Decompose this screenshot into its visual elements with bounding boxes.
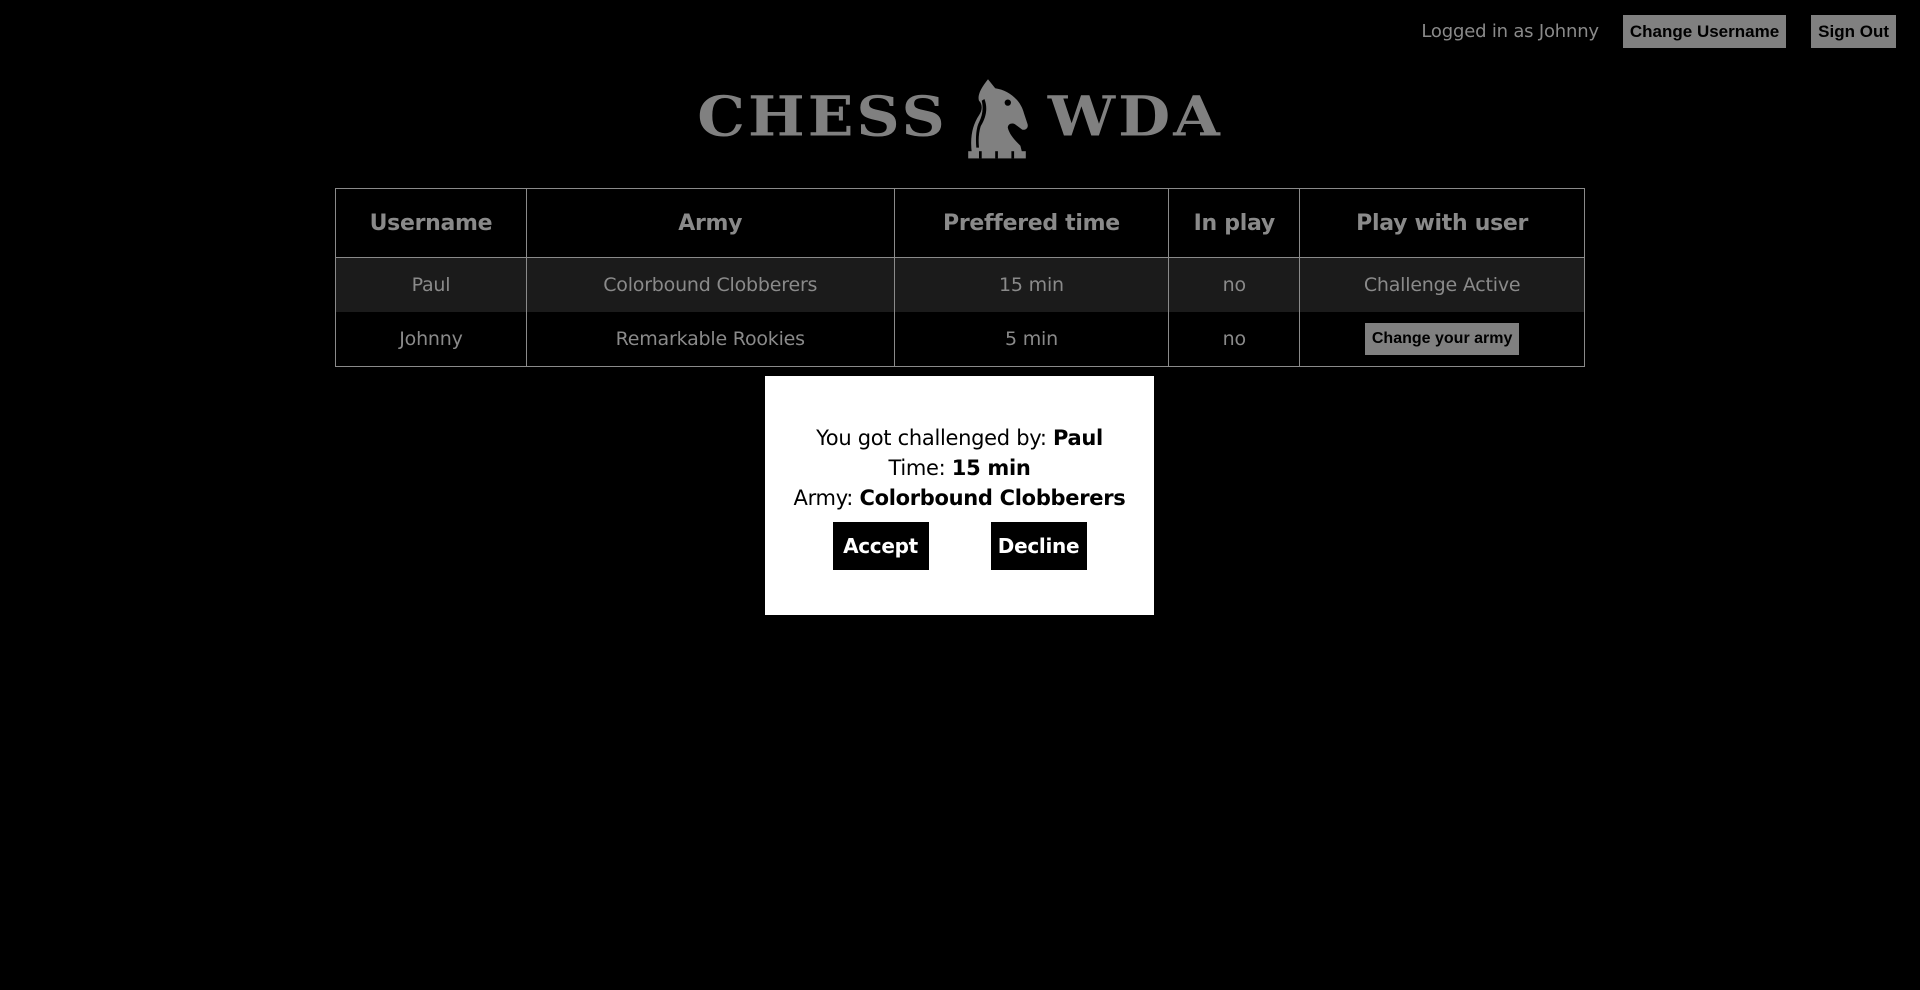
cell-in-play: no <box>1168 257 1301 312</box>
army-line: Army: Colorbound Clobberers <box>765 483 1154 513</box>
sign-out-button[interactable]: Sign Out <box>1811 15 1896 48</box>
challenger-name: Paul <box>1052 426 1103 450</box>
site-logo: CHESS WDA <box>0 72 1920 162</box>
cell-time: 15 min <box>893 257 1170 312</box>
army-label: Army: <box>793 486 860 510</box>
challenger-line: You got challenged by: Paul <box>765 423 1154 453</box>
cell-army: Colorbound Clobberers <box>525 257 895 312</box>
decline-button[interactable]: Decline <box>990 522 1087 570</box>
cell-in-play: no <box>1168 312 1301 367</box>
knight-chess-piece-icon <box>967 79 1028 159</box>
change-army-button[interactable]: Change your army <box>1364 323 1520 355</box>
cell-time: 5 min <box>893 312 1170 367</box>
challenge-army: Colorbound Clobberers <box>859 486 1126 510</box>
table-row: Paul Colorbound Clobberers 15 min no Cha… <box>335 257 1585 312</box>
logged-in-status: Logged in as Johnny <box>1421 21 1599 42</box>
challenge-time: 15 min <box>951 456 1031 480</box>
logo-word-left: CHESS <box>697 84 948 150</box>
cell-username: Paul <box>335 257 527 312</box>
top-bar: Logged in as Johnny Change Username Sign… <box>1421 15 1896 48</box>
challenge-dialog: You got challenged by: Paul Time: 15 min… <box>765 376 1154 615</box>
column-header-army: Army <box>525 188 895 258</box>
column-header-play-with-user: Play with user <box>1299 188 1585 258</box>
logo-word-right: WDA <box>1047 84 1223 150</box>
cell-challenge-status: Challenge Active <box>1299 257 1585 312</box>
column-header-preferred-time: Preffered time <box>893 188 1170 258</box>
accept-button[interactable]: Accept <box>832 522 929 570</box>
table-row: Johnny Remarkable Rookies 5 min no Chang… <box>335 312 1585 367</box>
cell-action: Change your army <box>1299 312 1585 367</box>
cell-username: Johnny <box>335 312 527 367</box>
challenger-label: You got challenged by: <box>816 426 1053 450</box>
change-username-button[interactable]: Change Username <box>1622 15 1787 48</box>
table-header-row: Username Army Preffered time In play Pla… <box>335 188 1585 258</box>
users-table: Username Army Preffered time In play Pla… <box>335 188 1585 367</box>
column-header-in-play: In play <box>1168 188 1301 258</box>
cell-army: Remarkable Rookies <box>525 312 895 367</box>
time-line: Time: 15 min <box>765 453 1154 483</box>
time-label: Time: <box>888 456 952 480</box>
column-header-username: Username <box>335 188 527 258</box>
